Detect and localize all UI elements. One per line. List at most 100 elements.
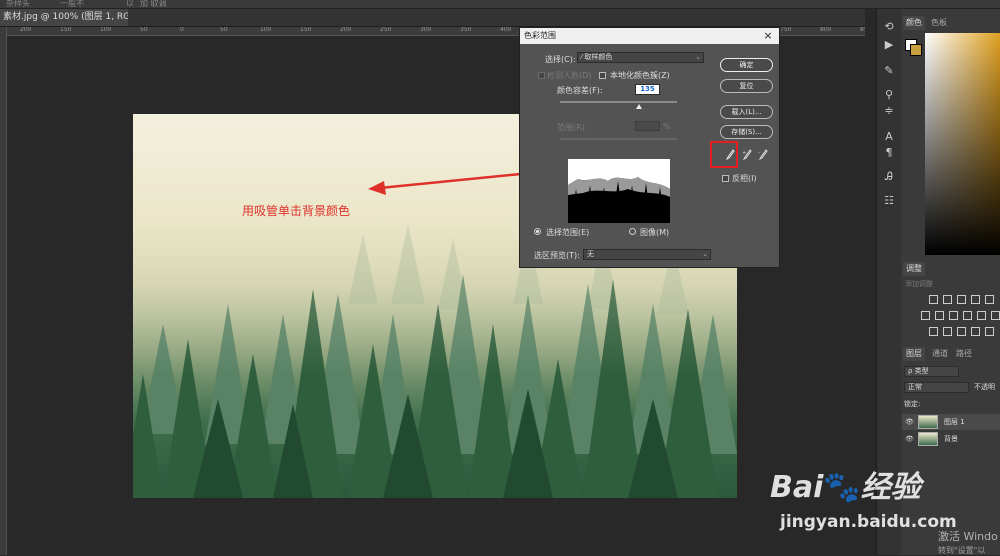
ruler-tick-label: 50 [220, 27, 228, 33]
range-slider-track[interactable] [560, 138, 677, 140]
photo-filter-icon[interactable] [963, 311, 972, 320]
ruler-tick-label: 400 [500, 27, 512, 33]
channel-mixer-icon[interactable] [977, 311, 986, 320]
eyedropper-minus-icon[interactable]: - [758, 149, 768, 161]
svg-text:-: - [758, 150, 760, 156]
curves-icon[interactable] [957, 295, 966, 304]
invert-label: 反相(I) [732, 174, 757, 183]
ruler-tick-label: 350 [460, 27, 472, 33]
layer-row[interactable]: 👁 背景 [902, 431, 1000, 447]
paragraph-icon[interactable]: ¶ [880, 145, 898, 161]
options-item[interactable]: 以 [126, 0, 134, 9]
ruler-tick-label: 0 [180, 27, 184, 33]
tab-swatches[interactable]: 色板 [928, 16, 950, 30]
tab-channels[interactable]: 通道 [929, 347, 951, 361]
play-icon[interactable]: ▶ [880, 37, 898, 53]
blend-mode-dropdown[interactable]: 正常 [904, 382, 969, 393]
chevron-down-icon: ⌄ [702, 250, 708, 258]
history-icon[interactable]: ⟲ [880, 19, 898, 35]
color-lookup-icon[interactable] [991, 311, 1000, 320]
document-tab-title: 素材.jpg @ 100% (图层 1, RGB/8#) * [3, 12, 128, 22]
fuzziness-slider-thumb[interactable] [635, 104, 642, 109]
chevron-down-icon: ⌄ [695, 53, 701, 61]
eyedropper-plus-icon[interactable]: + [742, 149, 752, 161]
ruler-tick-label: 50 [140, 27, 148, 33]
localized-clusters-checkbox[interactable] [599, 72, 606, 79]
levels-icon[interactable] [943, 295, 952, 304]
document-tab-bar [0, 9, 865, 27]
ok-button[interactable]: 确定 [720, 58, 773, 72]
fuzziness-slider-track[interactable] [560, 101, 677, 103]
color-balance-icon[interactable] [935, 311, 944, 320]
properties-icon[interactable]: ☷ [880, 193, 898, 209]
range-input[interactable] [635, 121, 660, 131]
baidu-logo-right: 经验 [860, 470, 921, 505]
image-radio[interactable] [629, 228, 636, 235]
hue-icon[interactable] [921, 311, 930, 320]
ruler-tick-label: 150 [60, 27, 72, 33]
detect-faces-checkbox[interactable] [538, 72, 545, 79]
vertical-ruler [0, 27, 7, 555]
close-icon[interactable]: × [763, 28, 773, 44]
background-swatch[interactable] [910, 44, 922, 56]
options-item[interactable]: 加 取调 [140, 0, 167, 9]
ruler-tick-label: 100 [260, 27, 272, 33]
layer-row[interactable]: 👁 图层 1 [902, 414, 1000, 430]
load-button[interactable]: 载入(L)... [720, 105, 773, 119]
baidu-logo-left: Bai [770, 470, 824, 505]
black-white-icon[interactable] [949, 311, 958, 320]
localized-clusters-label: 本地化颜色簇(Z) [610, 71, 670, 80]
eyedropper-icon[interactable] [725, 149, 735, 161]
selection-radio[interactable] [534, 228, 541, 235]
adjust-sliders-icon[interactable]: ≑ [880, 103, 898, 119]
threshold-icon[interactable] [957, 327, 966, 336]
selection-radio-label: 选择范围(E) [546, 228, 590, 237]
layer-thumbnail [918, 415, 938, 429]
selective-color-icon[interactable] [971, 327, 980, 336]
fuzziness-input[interactable]: 135 [635, 84, 660, 95]
tab-color[interactable]: 颜色 [903, 16, 925, 30]
vibrance-icon[interactable] [985, 295, 994, 304]
color-picker-field[interactable] [925, 33, 1000, 255]
glyphs-icon[interactable]: Ꭿ [880, 169, 898, 185]
blend-mode-value: 正常 [908, 383, 922, 391]
baidu-url: jingyan.baidu.com [780, 512, 957, 532]
selection-preview-value: 无 [587, 250, 594, 258]
ruler-tick-label: 150 [300, 27, 312, 33]
exposure-icon[interactable] [971, 295, 980, 304]
lock-label: 锁定: [904, 400, 921, 408]
gradient-map-icon[interactable] [985, 327, 994, 336]
invert-checkbox[interactable] [722, 175, 729, 182]
character-icon[interactable]: A [880, 129, 898, 145]
invert-icon[interactable] [929, 327, 938, 336]
brush-preset-icon[interactable]: ✎ [880, 63, 898, 79]
ruler-tick-label: 750 [780, 27, 792, 33]
visibility-eye-icon[interactable]: 👁 [905, 431, 914, 447]
selection-preview [568, 159, 670, 223]
layer-name: 背景 [944, 435, 958, 443]
adjustments-hint: 添加调整 [905, 280, 933, 288]
tab-paths[interactable]: 路径 [953, 347, 975, 361]
range-label: 范围(R): [557, 123, 588, 132]
layer-kind-filter[interactable]: ρ 类型 [904, 366, 959, 377]
ruler-tick-label: 200 [340, 27, 352, 33]
options-item[interactable]: 一般不 [60, 0, 84, 9]
document-tab[interactable]: 素材.jpg @ 100% (图层 1, RGB/8#) * × [0, 9, 128, 26]
save-button[interactable]: 存储(S)... [720, 125, 773, 139]
posterize-icon[interactable] [943, 327, 952, 336]
tab-adjustments[interactable]: 调整 [903, 262, 925, 276]
activate-windows-text: 激活 Windo [938, 530, 998, 543]
visibility-eye-icon[interactable]: 👁 [905, 414, 914, 430]
options-item[interactable]: 杂样头 [6, 0, 30, 9]
brightness-icon[interactable] [929, 295, 938, 304]
tab-layers[interactable]: 图层 [903, 347, 925, 361]
baidu-logo: Bai🐾经验 [770, 470, 921, 505]
selection-preview-label: 选区预览(T): [534, 251, 580, 260]
svg-text:+: + [742, 150, 746, 156]
reset-button[interactable]: 复位 [720, 79, 773, 93]
detect-faces-label: 检测人脸(D) [547, 71, 592, 80]
selection-preview-dropdown[interactable]: 无 ⌄ [583, 249, 711, 260]
layer-name: 图层 1 [944, 418, 965, 426]
select-dropdown[interactable]: ⁄ 取样颜色 ⌄ [577, 52, 704, 63]
clone-source-icon[interactable]: ⚲ [880, 87, 898, 103]
